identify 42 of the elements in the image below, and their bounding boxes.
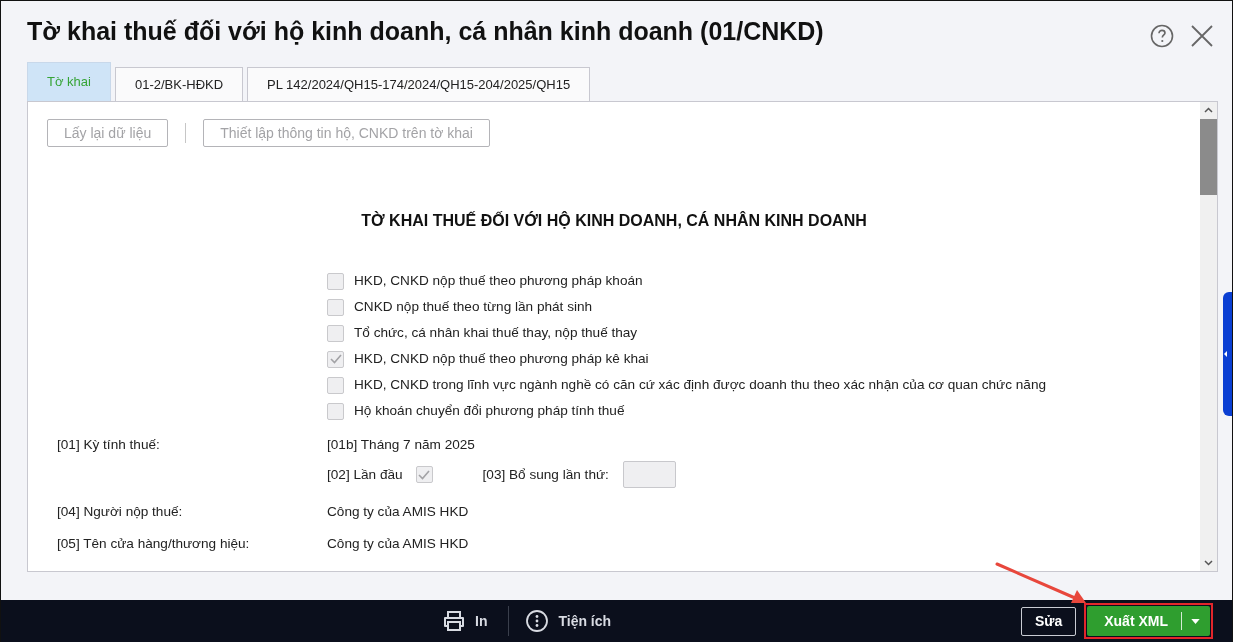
chevron-left-icon (1224, 351, 1227, 357)
field-value: [01b] Tháng 7 năm 2025 (327, 436, 476, 454)
dots-circle-icon (526, 610, 549, 632)
close-icon[interactable] (1191, 25, 1213, 47)
checkbox-label: HKD, CNKD nộp thuế theo phương pháp kê khai (354, 350, 649, 368)
field-label: [02] Lần đầu (327, 465, 403, 484)
edit-button[interactable]: Sửa (1020, 606, 1077, 636)
field-label: [05] Tên cửa hàng/thương hiệu: (57, 535, 251, 553)
checkbox-label: HKD, CNKD nộp thuế theo phương pháp khoán (354, 272, 643, 290)
dropdown-button[interactable] (1181, 606, 1210, 636)
scrollbar-thumb[interactable] (1200, 119, 1217, 195)
tab[interactable]: 01-2/BK-HĐKD (114, 67, 244, 101)
field-label: [04] Người nộp thuế: (57, 503, 184, 521)
dialog-title: Tờ khai thuế đối với hộ kinh doanh, cá nhân kinh doanh (01/CNKD) (27, 16, 824, 47)
checkbox-label: HKD, CNKD trong lĩnh vực ngành nghề có căn cứ xác định được doanh thu theo xác nhận của cơ quan chức năng (354, 376, 1047, 394)
checkbox[interactable] (327, 298, 344, 316)
side-panel-handle[interactable] (1223, 292, 1232, 416)
printer-icon (443, 611, 465, 631)
field-value: Công ty của AMIS HKD (327, 535, 469, 553)
help-icon[interactable] (1150, 24, 1174, 48)
checkbox[interactable] (327, 350, 344, 368)
input-field[interactable] (622, 461, 676, 488)
check-icon (418, 469, 431, 480)
checkbox-label: Hộ khoán chuyển đổi phương pháp tính thuế (354, 402, 625, 420)
form-heading: TỜ KHAI THUẾ ĐỐI VỚI HỘ KINH DOANH, CÁ NHÂN KINH DOANH (361, 211, 867, 231)
checkbox[interactable] (327, 324, 344, 342)
checkbox-label: Tổ chức, cá nhân khai thuế thay, nộp thuế thay (354, 324, 638, 342)
checkbox[interactable] (415, 466, 433, 483)
arrow-icon (995, 562, 1086, 603)
toolbar-button[interactable]: Tiện ích (526, 610, 612, 632)
field-label: [03] Bổ sung lần thứ: (482, 465, 609, 484)
checkbox[interactable] (327, 272, 344, 290)
checkbox-label: CNKD nộp thuế theo từng lần phát sinh (354, 298, 593, 316)
caret-icon (1191, 618, 1200, 624)
field-label: [01] Kỳ tính thuế: (57, 436, 161, 454)
tab[interactable]: PL 142/2024/QH15-174/2024/QH15-204/2025/QH15 (247, 67, 591, 101)
toolbar-button[interactable]: In (443, 610, 488, 632)
checkbox[interactable] (327, 402, 344, 420)
scrollbar[interactable] (1200, 102, 1217, 571)
check-icon (329, 354, 342, 364)
checkbox[interactable] (327, 376, 344, 394)
field-value: Công ty của AMIS HKD (327, 503, 469, 521)
